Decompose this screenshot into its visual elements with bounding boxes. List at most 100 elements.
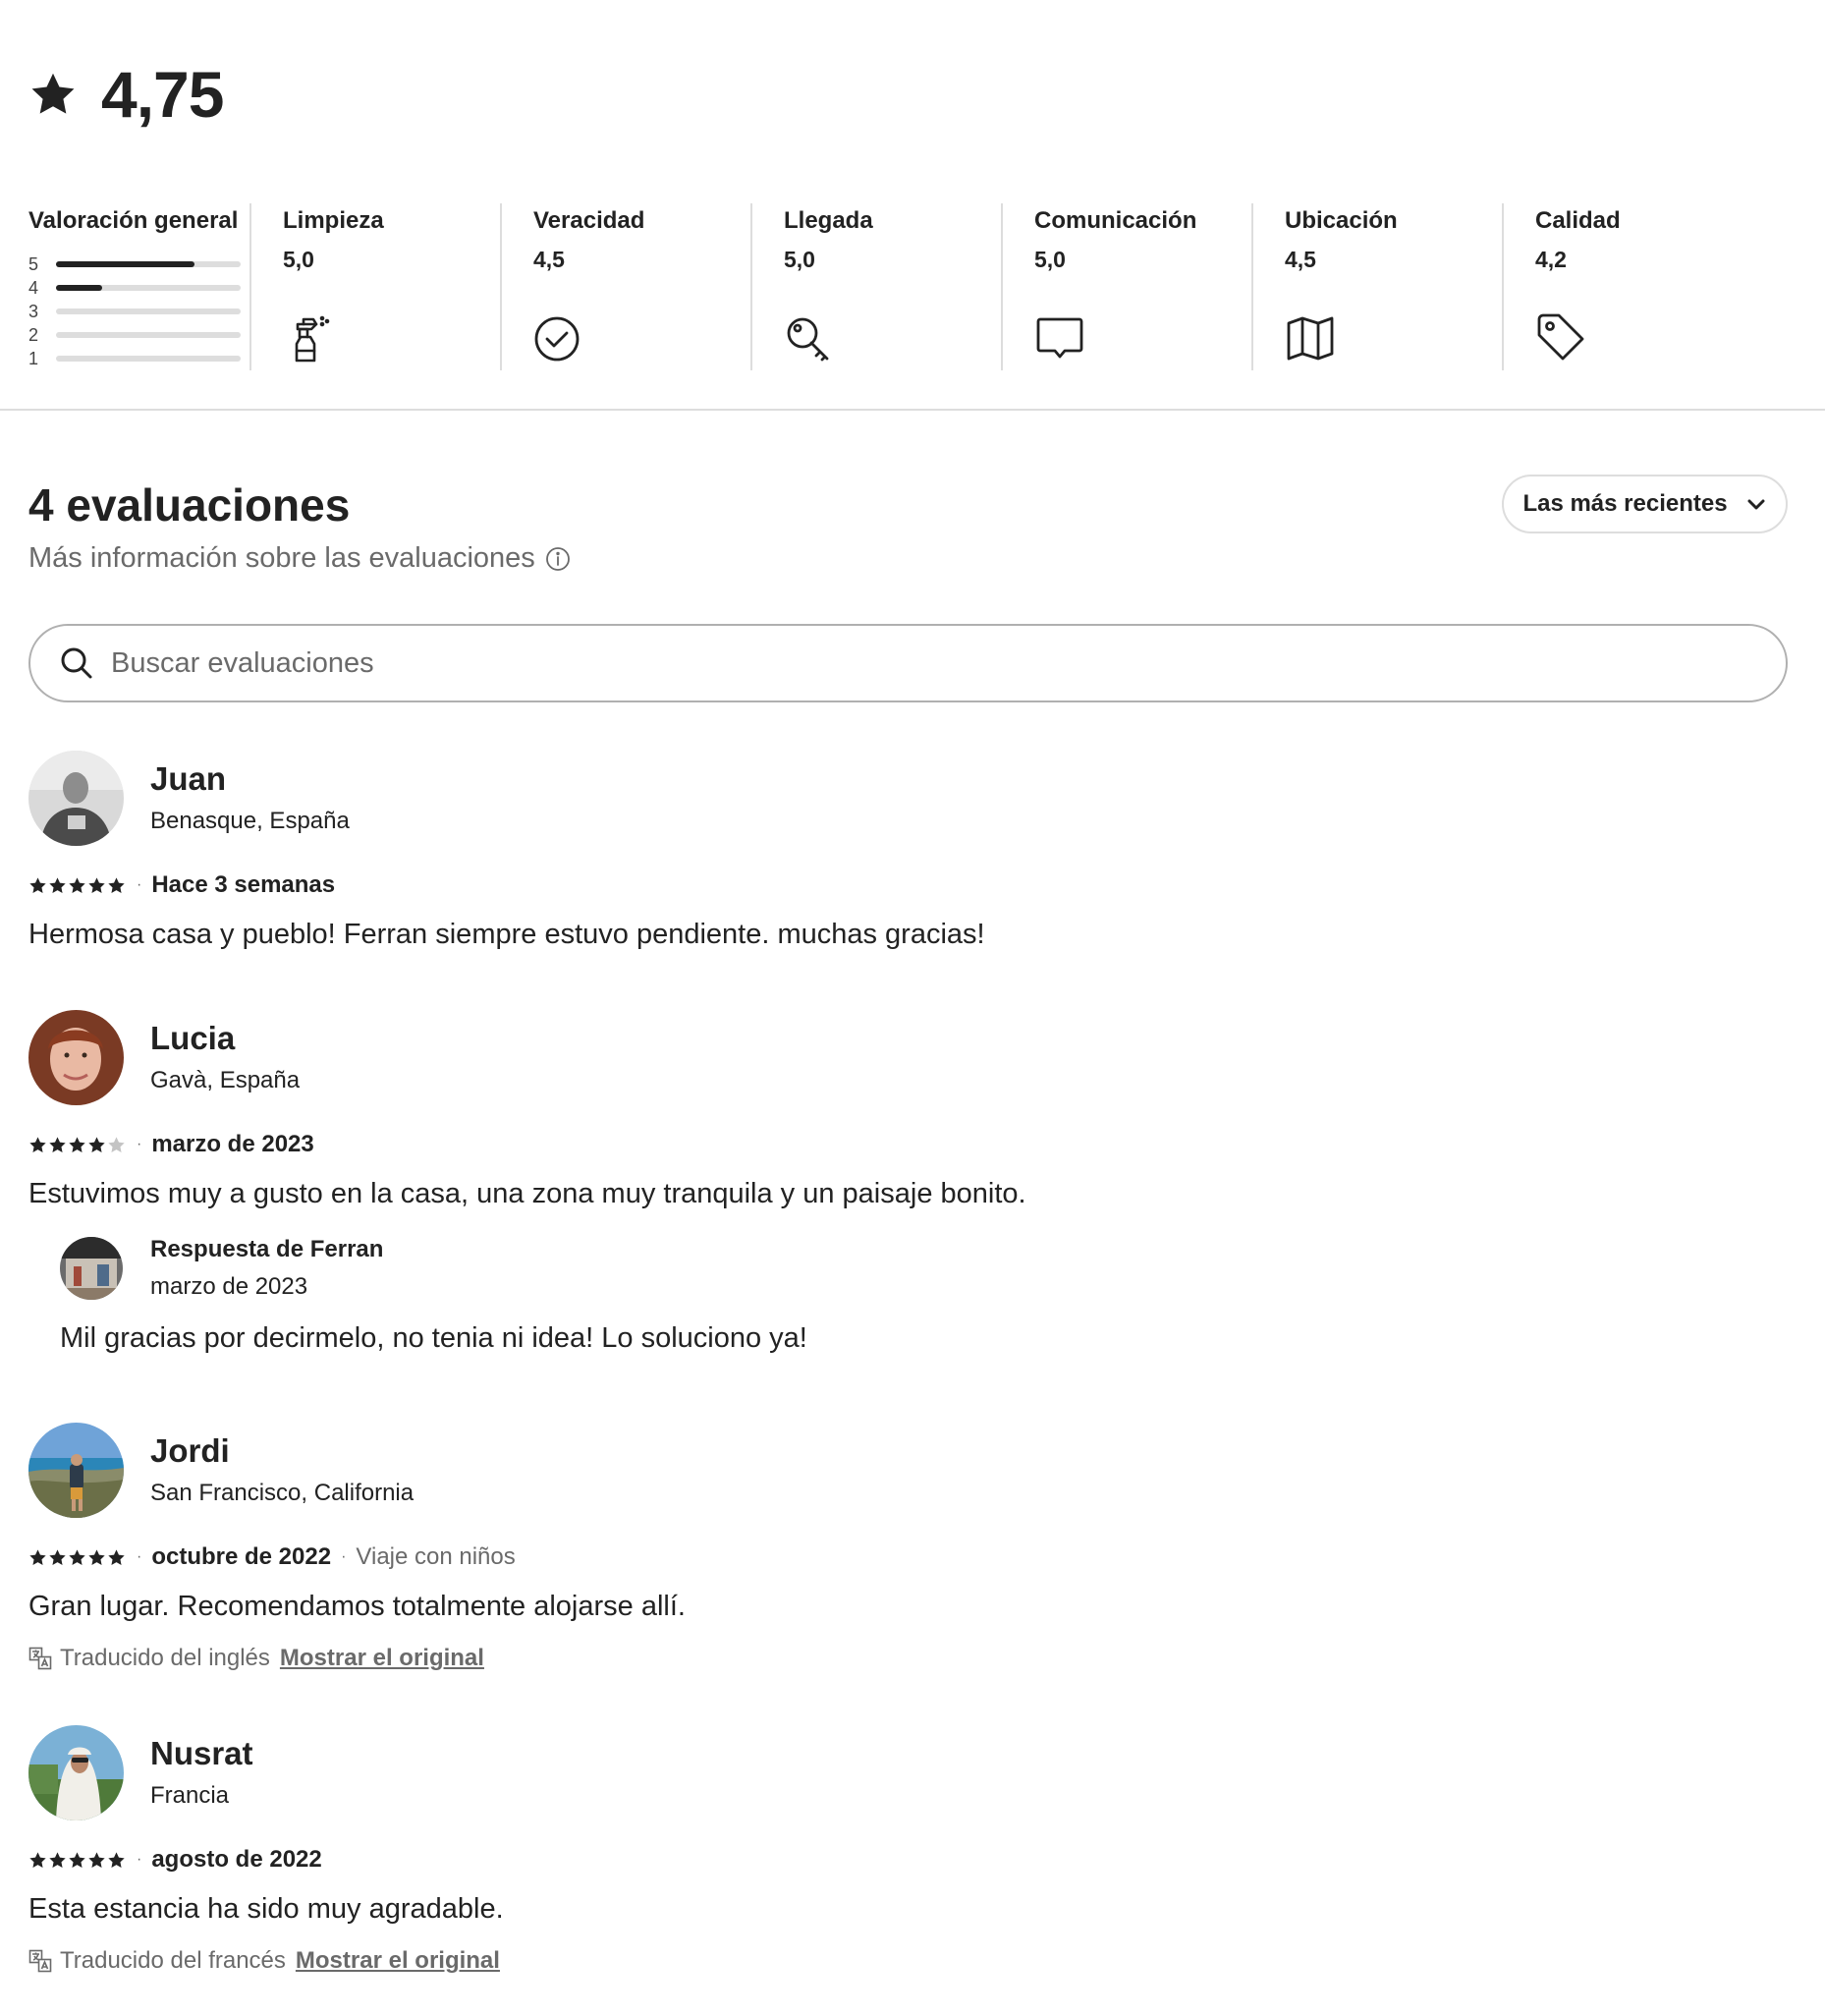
- translation-text: Traducido del inglés: [60, 1645, 270, 1671]
- separator: ·: [137, 1548, 142, 1565]
- response-header: Respuesta de Ferran marzo de 2023: [60, 1236, 1730, 1301]
- translate-icon: [28, 1647, 52, 1670]
- translation-text: Traducido del francés: [60, 1947, 286, 1974]
- star-filled-icon: [69, 1851, 85, 1868]
- category-title: Comunicación: [1034, 207, 1197, 234]
- review-meta: · marzo de 2023: [28, 1131, 1787, 1158]
- star-filled-icon: [29, 1548, 46, 1565]
- category-title: Limpieza: [283, 207, 384, 234]
- response-date: marzo de 2023: [150, 1273, 308, 1300]
- star-filled-icon: [49, 876, 66, 893]
- bar-fill: [56, 261, 194, 267]
- bar-label: 2: [28, 324, 39, 345]
- review-text: Hermosa casa y pueblo! Ferran siempre es…: [28, 919, 985, 950]
- reviews-info-link[interactable]: Más información sobre las evaluaciones: [28, 542, 571, 575]
- star-filled-icon: [69, 876, 85, 893]
- review-stars: [28, 1548, 127, 1567]
- reviewer-name: Nusrat: [150, 1735, 253, 1771]
- category-title: Calidad: [1535, 207, 1621, 234]
- trip-type: Viaje con niños: [356, 1543, 516, 1570]
- category-value-rating: Calidad 4,2: [1502, 203, 1752, 370]
- star-filled-icon: [29, 876, 46, 893]
- separator: ·: [137, 1851, 142, 1868]
- review-date: octubre de 2022: [151, 1543, 332, 1570]
- star-filled-icon: [49, 1851, 66, 1868]
- avatar[interactable]: [28, 1009, 124, 1105]
- search-reviews-input[interactable]: [111, 646, 1584, 680]
- show-original-link[interactable]: Mostrar el original: [280, 1645, 484, 1672]
- avatar[interactable]: [28, 1422, 124, 1518]
- separator: ·: [341, 1548, 347, 1565]
- category-title: Llegada: [784, 207, 873, 234]
- sort-dropdown[interactable]: Las más recientes: [1502, 475, 1788, 533]
- info-icon[interactable]: [545, 546, 571, 572]
- separator: ·: [137, 1136, 142, 1152]
- review-meta: · octubre de 2022 · Viaje con niños: [28, 1543, 1787, 1571]
- separator: ·: [137, 876, 142, 893]
- star-filled-icon: [49, 1136, 66, 1152]
- category-ratings: Valoración general 5 4 3 2 1 Limpieza 5,…: [28, 203, 1787, 370]
- reviews-info-text[interactable]: Más información sobre las evaluaciones: [28, 542, 535, 575]
- reviewer-name: Jordi: [150, 1432, 230, 1469]
- search-icon: [60, 646, 93, 680]
- translation-note: Traducido del francés Mostrar el origina…: [28, 1947, 1787, 1975]
- bar-track: [56, 356, 241, 362]
- response-text: Mil gracias por decirmelo, no tenia ni i…: [60, 1322, 807, 1354]
- category-value: 5,0: [1034, 247, 1066, 272]
- reviews-count-heading: 4 evaluaciones: [28, 479, 351, 531]
- review-stars: [28, 1136, 127, 1154]
- star-filled-icon: [108, 1548, 125, 1565]
- review-meta: · agosto de 2022: [28, 1846, 1787, 1874]
- review-header: Lucia Gavà, España: [28, 1009, 1787, 1105]
- rating-bar-row: 1: [28, 347, 249, 370]
- avatar[interactable]: [28, 750, 124, 846]
- star-filled-icon: [108, 876, 125, 893]
- category-value: 5,0: [784, 247, 815, 272]
- map-icon: [1285, 311, 1336, 363]
- category-title: Veracidad: [533, 207, 645, 234]
- review-header: Juan Benasque, España: [28, 750, 1787, 846]
- category-value: 5,0: [283, 247, 314, 272]
- host-avatar[interactable]: [60, 1237, 123, 1300]
- category-location: Ubicación 4,5: [1251, 203, 1502, 370]
- reviewer-location: Gavà, España: [150, 1067, 301, 1093]
- avatar[interactable]: [28, 1724, 124, 1820]
- bar-track: [56, 332, 241, 338]
- spray-bottle-icon: [283, 311, 334, 363]
- sort-label: Las más recientes: [1522, 490, 1728, 517]
- check-circle-icon: [533, 311, 584, 363]
- review-text: Gran lugar. Recomendamos totalmente aloj…: [28, 1591, 686, 1622]
- category-checkin: Llegada 5,0: [750, 203, 1001, 370]
- review-header: Nusrat Francia: [28, 1724, 1787, 1820]
- tag-icon: [1535, 311, 1586, 363]
- star-filled-icon: [49, 1548, 66, 1565]
- review-stars: [28, 876, 127, 895]
- star-filled-icon: [88, 1136, 105, 1152]
- review-date: agosto de 2022: [151, 1846, 322, 1873]
- bar-track: [56, 308, 241, 314]
- rating-bar-row: 5: [28, 252, 249, 276]
- host-response: Respuesta de Ferran marzo de 2023 Mil gr…: [60, 1236, 1730, 1355]
- reviewer-location: Francia: [150, 1782, 230, 1809]
- star-empty-icon: [108, 1136, 125, 1152]
- show-original-link[interactable]: Mostrar el original: [296, 1947, 500, 1975]
- category-title: Valoración general: [28, 207, 239, 234]
- bar-label: 5: [28, 253, 39, 274]
- review-item: Jordi San Francisco, California · octubr…: [28, 1422, 1787, 1672]
- rating-bar-row: 4: [28, 276, 249, 300]
- category-cleanliness: Limpieza 5,0: [249, 203, 500, 370]
- bar-label: 3: [28, 301, 39, 321]
- star-filled-icon: [88, 1851, 105, 1868]
- search-reviews-bar[interactable]: [28, 624, 1788, 702]
- overall-score: 4,75: [101, 58, 224, 131]
- category-title: Ubicación: [1285, 207, 1398, 234]
- section-divider: [0, 409, 1825, 411]
- overall-rating: 4,75: [28, 57, 224, 132]
- rating-bars: 5 4 3 2 1: [28, 252, 249, 370]
- reviewer-location: San Francisco, California: [150, 1480, 415, 1506]
- review-stars: [28, 1851, 127, 1870]
- review-date: Hace 3 semanas: [151, 871, 336, 898]
- star-icon: [28, 70, 78, 119]
- review-item: Juan Benasque, España · Hace 3 semanas H…: [28, 750, 1787, 951]
- category-value: 4,5: [1285, 247, 1316, 272]
